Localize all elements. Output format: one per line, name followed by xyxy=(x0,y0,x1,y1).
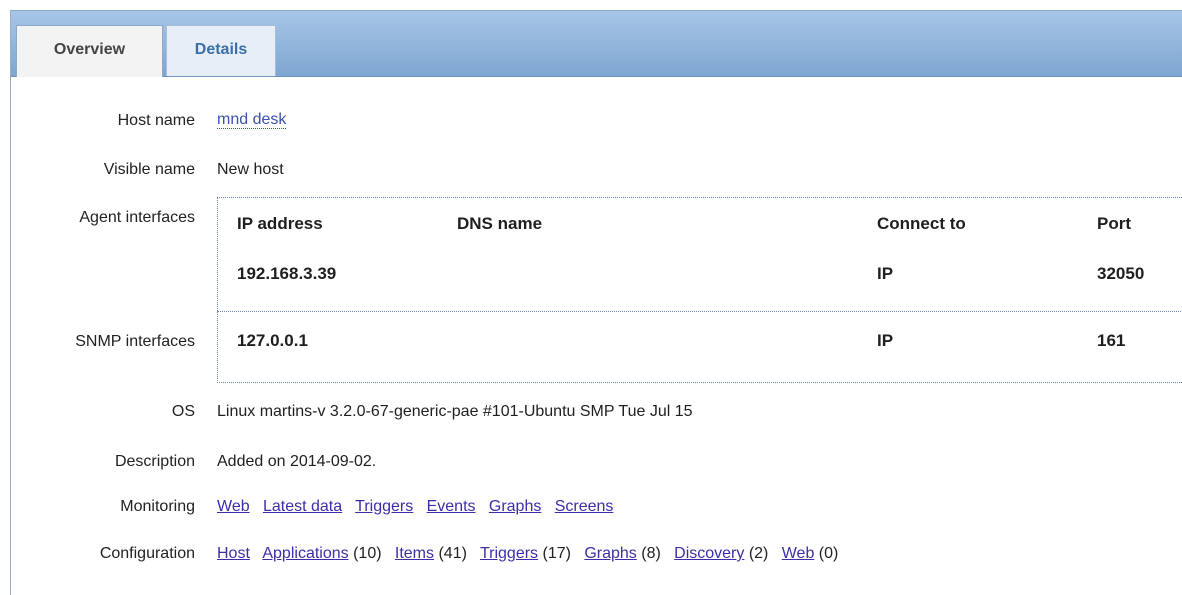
config-applications-count: (10) xyxy=(353,545,382,562)
monitoring-events-link[interactable]: Events xyxy=(427,498,476,515)
monitoring-latest-data-link[interactable]: Latest data xyxy=(263,498,342,515)
monitoring-web-link[interactable]: Web xyxy=(217,498,250,515)
config-items-count: (41) xyxy=(438,545,467,562)
config-web-link[interactable]: Web xyxy=(782,545,815,562)
visible-name-label: Visible name xyxy=(103,161,195,178)
monitoring-label: Monitoring xyxy=(120,498,195,515)
agent-connect-to: IP xyxy=(877,264,894,283)
monitoring-graphs-link[interactable]: Graphs xyxy=(489,498,541,515)
agent-ip: 192.168.3.39 xyxy=(237,264,337,283)
agent-interfaces-label: Agent interfaces xyxy=(79,209,195,226)
os-label: OS xyxy=(171,403,195,420)
config-applications-link[interactable]: Applications xyxy=(262,545,348,562)
os-value: Linux martins-v 3.2.0-67-generic-pae #10… xyxy=(217,403,693,420)
snmp-port: 161 xyxy=(1097,331,1126,350)
config-triggers-link[interactable]: Triggers xyxy=(480,545,538,562)
config-items-link[interactable]: Items xyxy=(395,545,434,562)
config-graphs-count: (8) xyxy=(641,545,661,562)
tab-bar: Overview Details xyxy=(11,10,1182,77)
config-discovery-link[interactable]: Discovery xyxy=(674,545,744,562)
host-name-label: Host name xyxy=(117,112,195,129)
monitoring-links: Web Latest data Triggers Events Graphs S… xyxy=(217,498,613,516)
config-triggers-count: (17) xyxy=(542,545,571,562)
config-web-count: (0) xyxy=(818,545,839,562)
interfaces-table xyxy=(217,197,1182,383)
header-dns-name: DNS name xyxy=(457,214,543,233)
description-label: Description xyxy=(114,453,195,470)
configuration-links: Host Applications (10) Items (41) Trigge… xyxy=(217,545,838,563)
monitoring-triggers-link[interactable]: Triggers xyxy=(355,498,413,515)
host-name-value[interactable]: mnd desk xyxy=(217,111,287,129)
monitoring-screens-link[interactable]: Screens xyxy=(555,498,614,515)
header-ip-address: IP address xyxy=(237,214,323,233)
config-graphs-link[interactable]: Graphs xyxy=(584,545,636,562)
config-host-link[interactable]: Host xyxy=(217,545,250,562)
snmp-connect-to: IP xyxy=(877,331,894,350)
agent-port: 32050 xyxy=(1097,264,1145,283)
description-value: Added on 2014-09-02. xyxy=(217,453,377,470)
tab-details[interactable]: Details xyxy=(166,25,276,76)
configuration-label: Configuration xyxy=(99,545,195,562)
tab-overview[interactable]: Overview xyxy=(16,25,163,77)
snmp-ip: 127.0.0.1 xyxy=(237,331,308,350)
snmp-interfaces-label: SNMP interfaces xyxy=(75,333,195,350)
config-discovery-count: (2) xyxy=(748,545,769,562)
interfaces-separator xyxy=(217,311,1182,312)
header-connect-to: Connect to xyxy=(877,214,966,233)
host-name-link[interactable]: mnd desk xyxy=(217,111,287,129)
header-port: Port xyxy=(1097,214,1131,233)
visible-name-value: New host xyxy=(217,161,284,178)
